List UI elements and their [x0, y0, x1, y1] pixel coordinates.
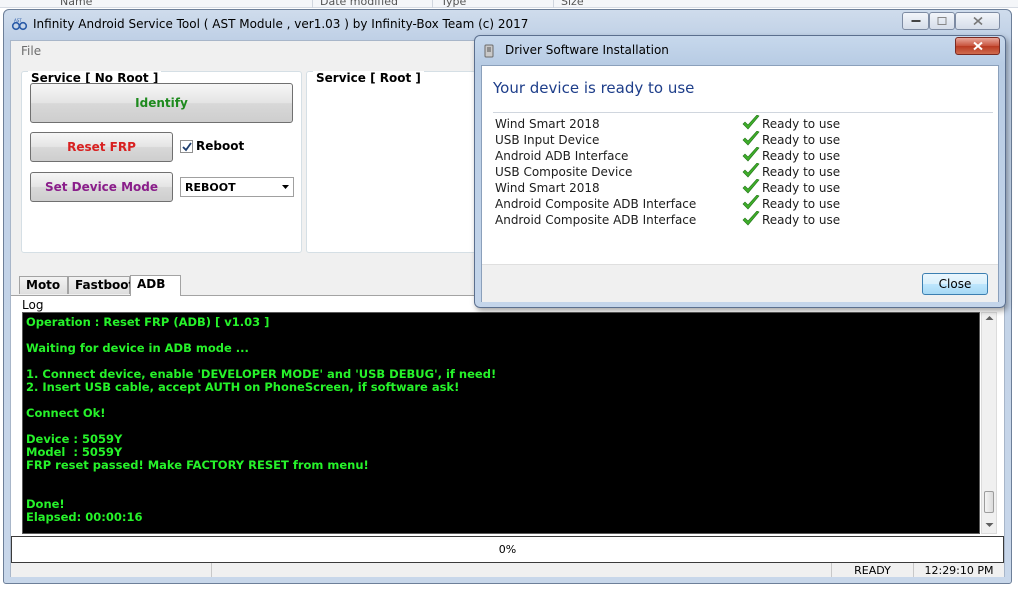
status-time: 12:29:10 PM — [913, 563, 1004, 577]
chevron-down-icon — [282, 185, 289, 189]
dialog-footer: Close — [482, 264, 998, 302]
device-status: Ready to use — [762, 149, 841, 163]
group-root: Service [ Root ] — [306, 71, 481, 253]
green-check-icon — [742, 115, 760, 130]
log-line: FRP reset passed! Make FACTORY RESET fro… — [26, 458, 369, 472]
log-line: Model : 5059Y — [26, 445, 123, 459]
reboot-checkbox[interactable] — [180, 140, 193, 153]
tab-adb[interactable]: ADB — [130, 275, 181, 296]
log-line: Waiting for device in ADB mode ... — [26, 341, 249, 355]
driver-install-icon — [484, 44, 494, 58]
dialog-title: Driver Software Installation — [505, 43, 669, 57]
green-check-icon — [742, 211, 760, 226]
status-cell-empty-2 — [211, 563, 831, 577]
device-status: Ready to use — [762, 197, 841, 211]
status-state: READY — [831, 563, 913, 577]
reboot-label[interactable]: Reboot — [196, 139, 244, 153]
main-close-button[interactable] — [955, 12, 1000, 30]
progress-bar: 0% — [11, 536, 1004, 563]
dialog-client-area: Your device is ready to use Wind Smart 2… — [481, 65, 999, 302]
device-status: Ready to use — [762, 117, 841, 131]
dialog-close-x-button[interactable] — [955, 37, 1000, 55]
dialog-close-button[interactable]: Close — [922, 273, 988, 295]
log-line: 1. Connect device, enable 'DEVELOPER MOD… — [26, 367, 497, 381]
green-check-icon — [742, 195, 760, 210]
close-icon — [972, 16, 983, 26]
device-name: Android ADB Interface — [495, 149, 629, 163]
maximize-button[interactable] — [929, 12, 955, 30]
device-name: USB Input Device — [495, 133, 600, 147]
device-status: Ready to use — [762, 213, 841, 227]
device-mode-select[interactable]: REBOOT — [180, 177, 294, 197]
reset-frp-button[interactable]: Reset FRP — [30, 132, 173, 162]
main-titlebar[interactable]: AST Infinity Android Service Tool ( AST … — [4, 10, 1011, 38]
device-status: Ready to use — [762, 181, 841, 195]
scroll-thumb[interactable] — [984, 491, 994, 513]
column-type[interactable]: Type — [441, 0, 466, 8]
driver-install-dialog: Driver Software Installation Your device… — [474, 35, 1006, 308]
device-name: Android Composite ADB Interface — [495, 213, 697, 227]
green-check-icon — [742, 131, 760, 146]
log-scrollbar[interactable] — [981, 312, 997, 534]
set-device-mode-button[interactable]: Set Device Mode — [30, 172, 173, 202]
log-line: Device : 5059Y — [26, 432, 123, 446]
device-mode-value: REBOOT — [185, 181, 236, 194]
device-name: Android Composite ADB Interface — [495, 197, 697, 211]
device-status: Ready to use — [762, 165, 841, 179]
green-check-icon — [742, 147, 760, 162]
green-check-icon — [742, 163, 760, 178]
column-date-modified[interactable]: Date modified — [320, 0, 398, 8]
checkmark-icon — [182, 142, 192, 152]
column-name[interactable]: Name — [60, 0, 92, 8]
device-status: Ready to use — [762, 133, 841, 147]
device-name: Wind Smart 2018 — [495, 181, 600, 195]
close-icon — [972, 41, 983, 51]
log-line: 2. Insert USB cable, accept AUTH on Phon… — [26, 380, 460, 394]
device-name: Wind Smart 2018 — [495, 117, 600, 131]
log-label: Log — [22, 298, 44, 312]
green-check-icon — [742, 179, 760, 194]
device-name: USB Composite Device — [495, 165, 633, 179]
adb-tab-panel: Log Operation : Reset FRP (ADB) [ v1.03 … — [11, 295, 1004, 536]
ast-app-icon: AST — [11, 18, 28, 31]
maximize-icon — [937, 17, 947, 25]
dialog-divider — [493, 112, 993, 113]
tab-moto[interactable]: Moto — [19, 276, 68, 294]
progress-text: 0% — [498, 543, 517, 556]
dialog-heading: Your device is ready to use — [493, 79, 695, 97]
log-console[interactable]: Operation : Reset FRP (ADB) [ v1.03 ] Wai… — [22, 312, 980, 534]
log-line: Done! — [26, 497, 65, 511]
log-line: Operation : Reset FRP (ADB) [ v1.03 ] — [26, 315, 270, 329]
minimize-icon — [911, 20, 920, 22]
log-line: Elapsed: 00:00:16 — [26, 510, 143, 524]
scroll-up-icon[interactable] — [985, 315, 994, 321]
tab-fastboot[interactable]: Fastboot — [68, 276, 134, 294]
main-window-title: Infinity Android Service Tool ( AST Modu… — [33, 17, 529, 31]
status-cell-empty-1 — [11, 563, 211, 577]
explorer-column-headers: Name Date modified Type Size — [0, 0, 1018, 8]
menu-file[interactable]: File — [21, 44, 41, 58]
identify-button[interactable]: Identify — [30, 83, 293, 123]
column-size[interactable]: Size — [561, 0, 584, 8]
scroll-down-icon[interactable] — [985, 522, 994, 528]
group-root-title: Service [ Root ] — [313, 71, 424, 85]
statusbar: READY 12:29:10 PM — [11, 563, 1004, 577]
group-no-root: Service [ No Root ] Identify Reset FRP R… — [21, 71, 302, 253]
minimize-button[interactable] — [902, 12, 929, 30]
log-line: Connect Ok! — [26, 406, 106, 420]
